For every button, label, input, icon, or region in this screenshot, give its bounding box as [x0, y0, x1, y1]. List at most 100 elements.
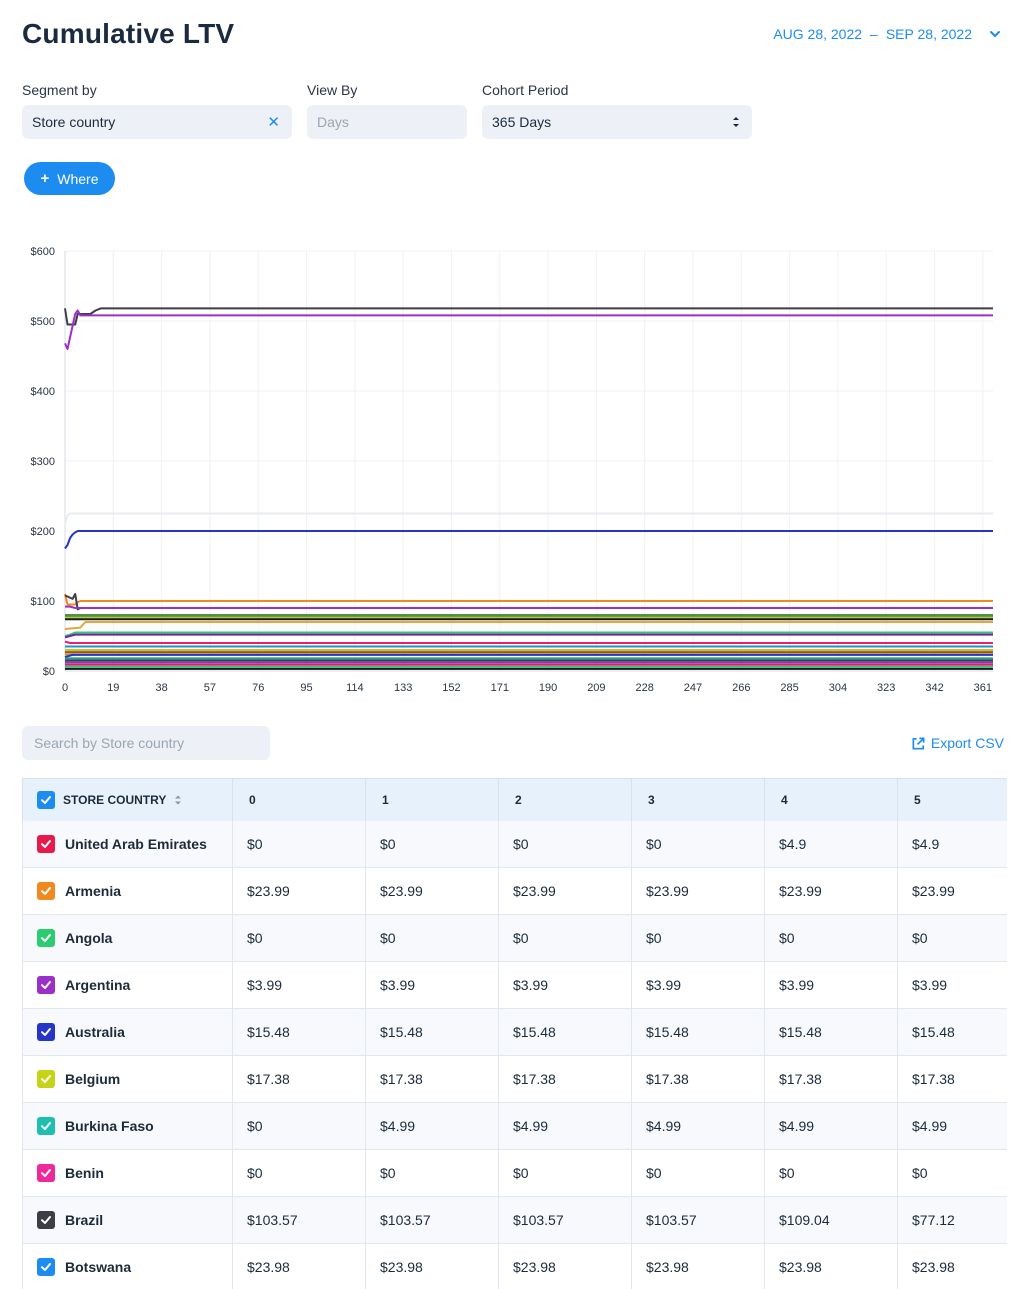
export-icon: [912, 737, 925, 749]
table-row[interactable]: Brazil $103.57 $103.57 $103.57 $103.57 $109.0…: [22, 1196, 1007, 1244]
table-row[interactable]: Australia $15.48 $15.48 $15.48 $15.48 $15.48 $…: [22, 1008, 1007, 1056]
column-header-day-2: 2: [498, 778, 632, 821]
table-row[interactable]: Belgium $17.38 $17.38 $17.38 $17.38 $17.38 $17…: [22, 1055, 1007, 1103]
row-checkbox[interactable]: [37, 1070, 55, 1088]
ltv-value-cell: $77.12: [897, 1196, 1007, 1244]
ltv-value-cell: $4.99: [897, 1102, 1007, 1150]
ltv-value-cell: $17.38: [232, 1055, 366, 1103]
series-line-14: [64, 640, 993, 644]
ltv-value-cell: $4.9: [764, 820, 898, 868]
checkmark-icon: [41, 1216, 51, 1224]
table-header-row: STORE COUNTRY 0 1 2 3 4 5: [22, 778, 1007, 821]
series-line-2: [64, 512, 993, 525]
row-checkbox[interactable]: [37, 1023, 55, 1041]
x-tick-label: 266: [732, 682, 750, 694]
ltv-value-cell: $0: [897, 1149, 1007, 1197]
ltv-value-cell: $3.99: [365, 961, 499, 1009]
ltv-value-cell: $17.38: [897, 1055, 1007, 1103]
x-tick-label: 38: [155, 682, 167, 694]
checkmark-icon: [41, 795, 51, 804]
country-cell: Belgium: [22, 1055, 233, 1103]
row-checkbox[interactable]: [37, 976, 55, 994]
row-checkbox[interactable]: [37, 882, 55, 900]
checkmark-icon: [41, 934, 51, 942]
column-header-label: STORE COUNTRY: [63, 792, 167, 807]
series-line-3: [64, 530, 993, 550]
table-row[interactable]: Angola $0 $0 $0 $0 $0 $0: [22, 914, 1007, 962]
x-tick-label: 133: [394, 682, 412, 694]
country-cell: Argentina: [22, 961, 233, 1009]
ltv-value-cell: $0: [498, 820, 632, 868]
where-label: Where: [57, 170, 99, 187]
table-row[interactable]: Armenia $23.99 $23.99 $23.99 $23.99 $23.99 $23…: [22, 867, 1007, 915]
row-checkbox[interactable]: [37, 929, 55, 947]
ltv-value-cell: $17.38: [631, 1055, 765, 1103]
date-separator: –: [870, 26, 878, 42]
ltv-value-cell: $17.38: [498, 1055, 632, 1103]
ltv-value-cell: $23.98: [498, 1243, 632, 1289]
y-tick-label: $600: [31, 246, 55, 258]
add-where-button[interactable]: + Where: [24, 162, 115, 195]
ltv-value-cell: $0: [764, 1149, 898, 1197]
series-line-13: [64, 633, 993, 639]
x-tick-label: 95: [300, 682, 312, 694]
ltv-value-cell: $23.99: [631, 867, 765, 915]
ltv-value-cell: $103.57: [365, 1196, 499, 1244]
cohort-period-select[interactable]: 365 Days: [482, 105, 752, 139]
country-cell: United Arab Emirates: [22, 820, 233, 868]
segment-by-select[interactable]: Store country ✕: [22, 105, 292, 139]
column-header-store-country[interactable]: STORE COUNTRY: [22, 778, 233, 821]
country-cell: Burkina Faso: [22, 1102, 233, 1150]
y-tick-label: $300: [31, 456, 55, 468]
country-cell: Brazil: [22, 1196, 233, 1244]
x-tick-label: 228: [636, 682, 654, 694]
country-name: United Arab Emirates: [65, 835, 207, 852]
search-input[interactable]: [22, 726, 270, 760]
table-row[interactable]: Burkina Faso $0 $4.99 $4.99 $4.99 $4.99 $4.99: [22, 1102, 1007, 1150]
row-checkbox[interactable]: [37, 1164, 55, 1182]
ltv-value-cell: $3.99: [232, 961, 366, 1009]
checkmark-icon: [41, 1263, 51, 1271]
ltv-value-cell: $0: [631, 820, 765, 868]
ltv-value-cell: $17.38: [764, 1055, 898, 1103]
plus-icon: +: [40, 170, 50, 187]
table-row[interactable]: Benin $0 $0 $0 $0 $0 $0: [22, 1149, 1007, 1197]
date-end: SEP 28, 2022: [885, 26, 972, 42]
ltv-value-cell: $17.38: [365, 1055, 499, 1103]
ltv-value-cell: $4.99: [365, 1102, 499, 1150]
export-csv-button[interactable]: Export CSV: [911, 735, 1004, 751]
series-line-6: [65, 605, 993, 609]
ltv-value-cell: $23.99: [498, 867, 632, 915]
ltv-value-cell: $3.99: [498, 961, 632, 1009]
ltv-value-cell: $4.9: [897, 820, 1007, 868]
column-header-day-5: 5: [897, 778, 1007, 821]
table-row[interactable]: Botswana $23.98 $23.98 $23.98 $23.98 $23.98 $2…: [22, 1243, 1007, 1289]
page-title: Cumulative LTV: [22, 18, 235, 49]
ltv-value-cell: $23.99: [365, 867, 499, 915]
table-row[interactable]: Argentina $3.99 $3.99 $3.99 $3.99 $3.99 $3.99: [22, 961, 1007, 1009]
country-cell: Benin: [22, 1149, 233, 1197]
date-range-picker[interactable]: AUG 28, 2022 – SEP 28, 2022: [773, 26, 1002, 42]
ltv-chart-svg: $0 $100 $200 $300 $400 $500 $600 0 19 38 57 76 95 114…: [31, 246, 993, 694]
country-name: Brazil: [65, 1212, 104, 1228]
ltv-value-cell: $109.04: [764, 1196, 898, 1244]
checkmark-icon: [41, 1028, 51, 1036]
select-all-checkbox[interactable]: [37, 790, 55, 809]
row-checkbox[interactable]: [37, 1211, 55, 1229]
ltv-value-cell: $0: [498, 1149, 632, 1197]
row-checkbox[interactable]: [37, 834, 55, 853]
country-name: Australia: [65, 1024, 125, 1040]
sort-icon[interactable]: [174, 794, 182, 806]
table-row[interactable]: United Arab Emirates $0 $0 $0 $0 $4.9 $4.9: [22, 820, 1007, 868]
clear-icon[interactable]: ✕: [267, 113, 280, 131]
row-checkbox[interactable]: [37, 1117, 55, 1135]
column-header-day-3: 3: [631, 778, 765, 821]
row-checkbox[interactable]: [37, 1258, 55, 1276]
view-by-select[interactable]: Days: [307, 105, 467, 139]
x-tick-label: 190: [539, 682, 557, 694]
cohort-period-label: Cohort Period: [482, 82, 569, 98]
country-cell: Armenia: [22, 867, 233, 915]
x-tick-label: 285: [780, 682, 798, 694]
view-by-placeholder: Days: [317, 114, 349, 130]
checkmark-icon: [41, 839, 51, 848]
